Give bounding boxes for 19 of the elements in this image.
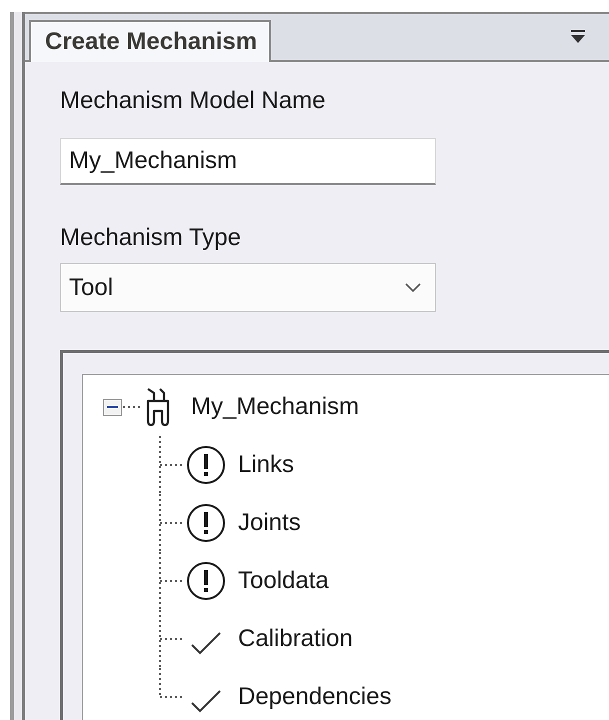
field-label: Mechanism Type — [60, 223, 242, 253]
tree-item[interactable]: Tooldata — [238, 567, 329, 595]
tree-item[interactable]: Calibration — [238, 625, 353, 653]
menu-arrow-icon[interactable] — [569, 29, 587, 45]
tree-item[interactable]: Joints — [238, 509, 301, 537]
tree-line — [159, 436, 185, 494]
tree-line — [123, 406, 143, 408]
tree-line — [159, 494, 185, 552]
panel-tab[interactable]: Create Mechanism — [29, 20, 272, 62]
tree-item[interactable]: Links — [238, 451, 294, 479]
field-label: Mechanism Model Name — [60, 86, 326, 116]
tree-item[interactable]: My_Mechanism — [191, 393, 360, 421]
collapse-icon[interactable] — [103, 398, 122, 416]
tree-item[interactable]: Dependencies — [238, 683, 392, 711]
name-input-field[interactable]: My_Mechanism — [60, 138, 436, 185]
tree-line — [159, 552, 185, 610]
type-dropdown[interactable]: Tool — [60, 263, 436, 312]
gripper-icon — [144, 387, 172, 427]
chevron-down-icon — [405, 283, 421, 292]
